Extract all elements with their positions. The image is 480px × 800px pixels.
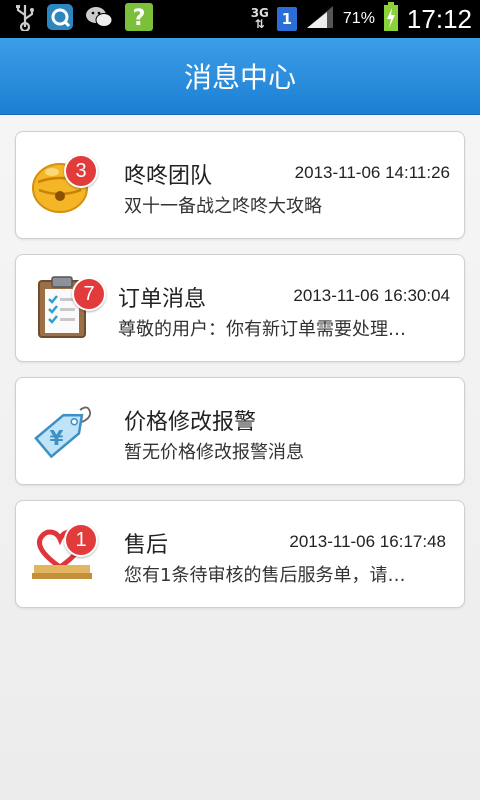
message-time: 2013-11-06 16:30:04 xyxy=(293,286,450,305)
signal-icon xyxy=(305,4,335,34)
usb-icon xyxy=(14,3,36,35)
sim-indicator: 1 xyxy=(276,7,297,31)
svg-text:?: ? xyxy=(133,6,146,31)
svg-text:¥: ¥ xyxy=(50,426,64,450)
message-preview: 暂无价格修改报警消息 xyxy=(124,442,304,463)
battery-percent: 71% xyxy=(342,10,375,27)
help-app-icon: ? xyxy=(124,2,154,36)
unread-badge: 3 xyxy=(64,154,98,188)
wechat-icon xyxy=(84,4,114,34)
network-type: 3G ⇅ xyxy=(250,6,269,31)
message-title: 订单消息 xyxy=(118,287,207,312)
message-time: 2013-11-06 16:17:48 xyxy=(289,532,446,551)
battery-charging-icon xyxy=(383,2,399,36)
message-preview: 您有1条待审核的售后服务单，请… xyxy=(124,565,406,586)
message-title: 售后 xyxy=(124,533,169,558)
unread-badge: 7 xyxy=(72,277,106,311)
message-preview: 尊敬的用户：你有新订单需要处理… xyxy=(118,319,406,340)
message-title: 价格修改报警 xyxy=(124,410,257,435)
message-preview: 双十一备战之咚咚大攻略 xyxy=(124,196,322,217)
message-item-team[interactable]: 3 咚咚团队 2013-11-06 14:11:26 双十一备战之咚咚大攻略 xyxy=(15,131,465,239)
price-tag-icon: ¥ xyxy=(30,398,94,462)
title-bar: 消息中心 xyxy=(0,38,480,115)
qq-browser-icon xyxy=(46,3,74,35)
message-item-price-alert[interactable]: ¥ 价格修改报警 暂无价格修改报警消息 xyxy=(15,377,465,485)
message-time: 2013-11-06 14:11:26 xyxy=(294,163,450,182)
clock: 17:12 xyxy=(406,3,472,34)
page-title: 消息中心 xyxy=(183,61,296,94)
unread-badge: 1 xyxy=(64,523,98,557)
message-title: 咚咚团队 xyxy=(124,164,213,189)
message-item-orders[interactable]: 7 订单消息 2013-11-06 16:30:04 尊敬的用户：你有新订单需要… xyxy=(15,254,465,362)
message-item-after-sales[interactable]: 1 售后 2013-11-06 16:17:48 您有1条待审核的售后服务单，请… xyxy=(15,500,465,608)
status-bar: ? 3G ⇅ 1 71% 17:12 xyxy=(0,0,480,38)
